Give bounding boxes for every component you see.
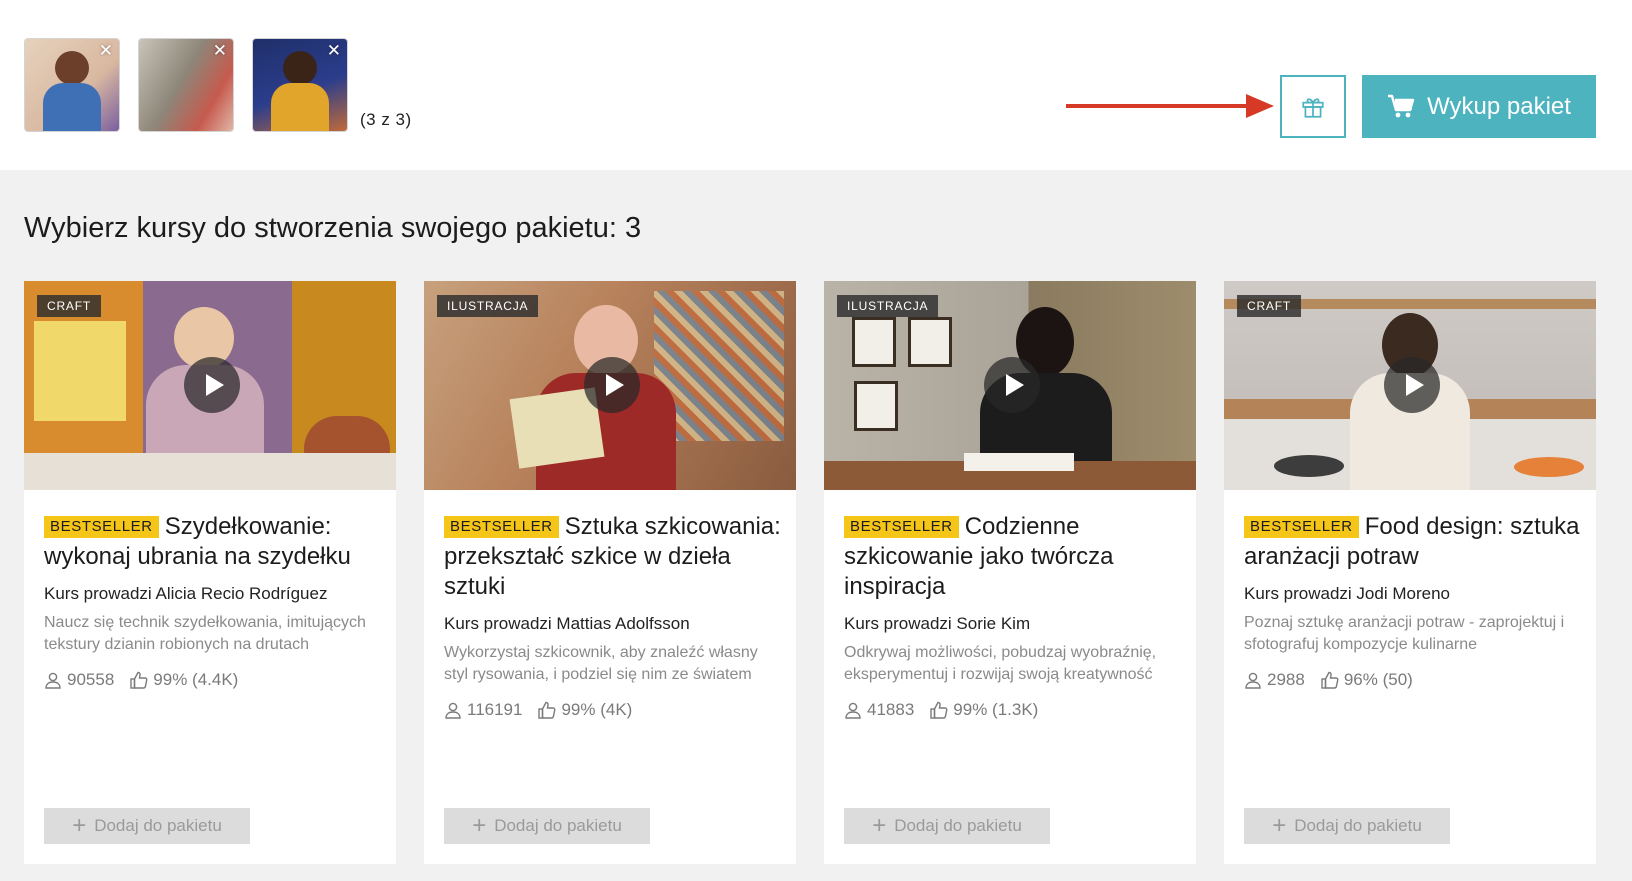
course-author: Kurs prowadzi Jodi Moreno bbox=[1244, 584, 1450, 603]
course-card[interactable]: CRAFT BESTSELLER Food design: sztuka aran… bbox=[1224, 281, 1596, 864]
course-author: Kurs prowadzi Mattias Adolfsson bbox=[444, 614, 690, 633]
course-description: Odkrywaj możliwości, pobudzaj wyobraźnię… bbox=[844, 644, 1157, 683]
rating: 99% (1.3K) bbox=[953, 700, 1039, 719]
gift-icon bbox=[1302, 97, 1324, 118]
plus-icon: + bbox=[1272, 812, 1287, 839]
plus-icon: + bbox=[872, 812, 887, 839]
buy-bundle-button[interactable]: Wykup pakiet bbox=[1362, 75, 1596, 138]
remove-icon[interactable]: ✕ bbox=[213, 42, 227, 59]
selected-courses: ✕ ✕ ✕ bbox=[24, 38, 348, 132]
thumbs-up-icon bbox=[538, 701, 556, 719]
user-icon bbox=[845, 702, 861, 719]
students-count: 2988 bbox=[1267, 670, 1305, 689]
remove-icon[interactable]: ✕ bbox=[327, 42, 341, 59]
add-to-bundle-button[interactable]: + Dodaj do pakietu bbox=[444, 808, 650, 844]
course-image[interactable]: CRAFT bbox=[24, 281, 396, 490]
buy-bundle-label: Wykup pakiet bbox=[1427, 92, 1571, 120]
bestseller-badge: BESTSELLER bbox=[1244, 516, 1359, 538]
course-title[interactable]: BESTSELLER Codzienne szkicowanie jako twó… bbox=[844, 512, 1182, 602]
course-title[interactable]: BESTSELLER Szydełkowanie: wykonaj ubrania… bbox=[44, 512, 382, 572]
image-frame bbox=[854, 381, 898, 431]
category-tag: ILUSTRACJA bbox=[437, 295, 539, 317]
image-frame bbox=[852, 317, 896, 367]
instructor-figure-body bbox=[43, 83, 101, 131]
play-icon[interactable] bbox=[184, 357, 240, 413]
add-to-bundle-label: Dodaj do pakietu bbox=[894, 816, 1022, 835]
course-stats: 2988 96% (50) bbox=[1244, 670, 1582, 690]
selected-course-thumbnail[interactable]: ✕ bbox=[252, 38, 348, 132]
plus-icon: + bbox=[472, 812, 487, 839]
add-to-bundle-button[interactable]: + Dodaj do pakietu bbox=[44, 808, 250, 844]
remove-icon[interactable]: ✕ bbox=[99, 42, 113, 59]
image-bowl bbox=[1274, 455, 1344, 477]
play-icon[interactable] bbox=[584, 357, 640, 413]
course-author: Kurs prowadzi Alicia Recio Rodríguez bbox=[44, 584, 328, 603]
category-tag: CRAFT bbox=[1237, 295, 1301, 317]
course-image[interactable]: ILUSTRACJA bbox=[424, 281, 796, 490]
category-tag: CRAFT bbox=[37, 295, 101, 317]
add-to-bundle-label: Dodaj do pakietu bbox=[1294, 816, 1422, 835]
play-icon[interactable] bbox=[984, 357, 1040, 413]
play-icon[interactable] bbox=[1384, 357, 1440, 413]
category-tag: ILUSTRACJA bbox=[837, 295, 939, 317]
course-stats: 90558 99% (4.4K) bbox=[44, 670, 382, 690]
bundle-header: ✕ ✕ ✕ (3 z 3) Wykup pakiet bbox=[0, 0, 1632, 170]
course-grid: CRAFT BESTSELLER Szydełkowanie: wykonaj u… bbox=[24, 281, 1596, 864]
selected-course-thumbnail[interactable]: ✕ bbox=[24, 38, 120, 132]
thumbs-up-icon bbox=[1321, 671, 1339, 689]
page-title: Wybierz kursy do stworzenia swojego paki… bbox=[24, 212, 642, 244]
add-to-bundle-button[interactable]: + Dodaj do pakietu bbox=[844, 808, 1050, 844]
user-icon bbox=[445, 702, 461, 719]
course-author: Kurs prowadzi Sorie Kim bbox=[844, 614, 1031, 633]
selection-counter: (3 z 3) bbox=[360, 110, 412, 129]
rating: 99% (4K) bbox=[561, 700, 633, 719]
course-image[interactable]: ILUSTRACJA bbox=[824, 281, 1196, 490]
add-to-bundle-label: Dodaj do pakietu bbox=[94, 816, 222, 835]
arrow-icon bbox=[1066, 94, 1274, 118]
image-table bbox=[24, 453, 396, 490]
course-card[interactable]: CRAFT BESTSELLER Szydełkowanie: wykonaj u… bbox=[24, 281, 396, 864]
cart-icon bbox=[1388, 94, 1415, 117]
students-count: 90558 bbox=[67, 670, 115, 689]
course-card[interactable]: ILUSTRACJA BESTSELLER Sztuka szkicowania:… bbox=[424, 281, 796, 864]
rating: 99% (4.4K) bbox=[153, 670, 239, 689]
image-sticky-note bbox=[34, 321, 126, 421]
course-title[interactable]: BESTSELLER Sztuka szkicowania: przekształ… bbox=[444, 512, 782, 602]
thumbs-up-icon bbox=[930, 701, 948, 719]
image-frame bbox=[908, 317, 952, 367]
image-fruit-plate bbox=[1514, 457, 1584, 477]
bestseller-badge: BESTSELLER bbox=[444, 516, 559, 538]
selected-course-thumbnail[interactable]: ✕ bbox=[138, 38, 234, 132]
plus-icon: + bbox=[72, 812, 87, 839]
user-icon bbox=[1245, 672, 1261, 689]
students-count: 41883 bbox=[867, 700, 915, 719]
course-image[interactable]: CRAFT bbox=[1224, 281, 1596, 490]
instructor-figure-body bbox=[271, 83, 329, 131]
rating: 96% (50) bbox=[1343, 670, 1413, 689]
instructor-figure bbox=[55, 51, 89, 85]
image-sketchbook bbox=[964, 453, 1074, 471]
students-count: 116191 bbox=[467, 700, 523, 719]
course-description: Naucz się technik szydełkowania, imitują… bbox=[44, 614, 366, 653]
bestseller-badge: BESTSELLER bbox=[44, 516, 159, 538]
add-to-bundle-button[interactable]: + Dodaj do pakietu bbox=[1244, 808, 1450, 844]
instructor-figure bbox=[283, 51, 317, 85]
bestseller-badge: BESTSELLER bbox=[844, 516, 959, 538]
course-title[interactable]: BESTSELLER Food design: sztuka aranżacji … bbox=[1244, 512, 1582, 572]
gift-button[interactable] bbox=[1280, 75, 1346, 138]
course-card[interactable]: ILUSTRACJA BESTSELLER Codzienne szkicowan… bbox=[824, 281, 1196, 864]
course-stats: 116191 99% (4K) bbox=[444, 700, 782, 720]
course-description: Poznaj sztukę aranżacji potraw - zaproje… bbox=[1244, 614, 1565, 653]
thumbs-up-icon bbox=[130, 671, 148, 689]
course-description: Wykorzystaj szkicownik, aby znaleźć włas… bbox=[444, 644, 758, 683]
user-icon bbox=[45, 672, 61, 689]
course-stats: 41883 99% (1.3K) bbox=[844, 700, 1182, 720]
add-to-bundle-label: Dodaj do pakietu bbox=[494, 816, 622, 835]
